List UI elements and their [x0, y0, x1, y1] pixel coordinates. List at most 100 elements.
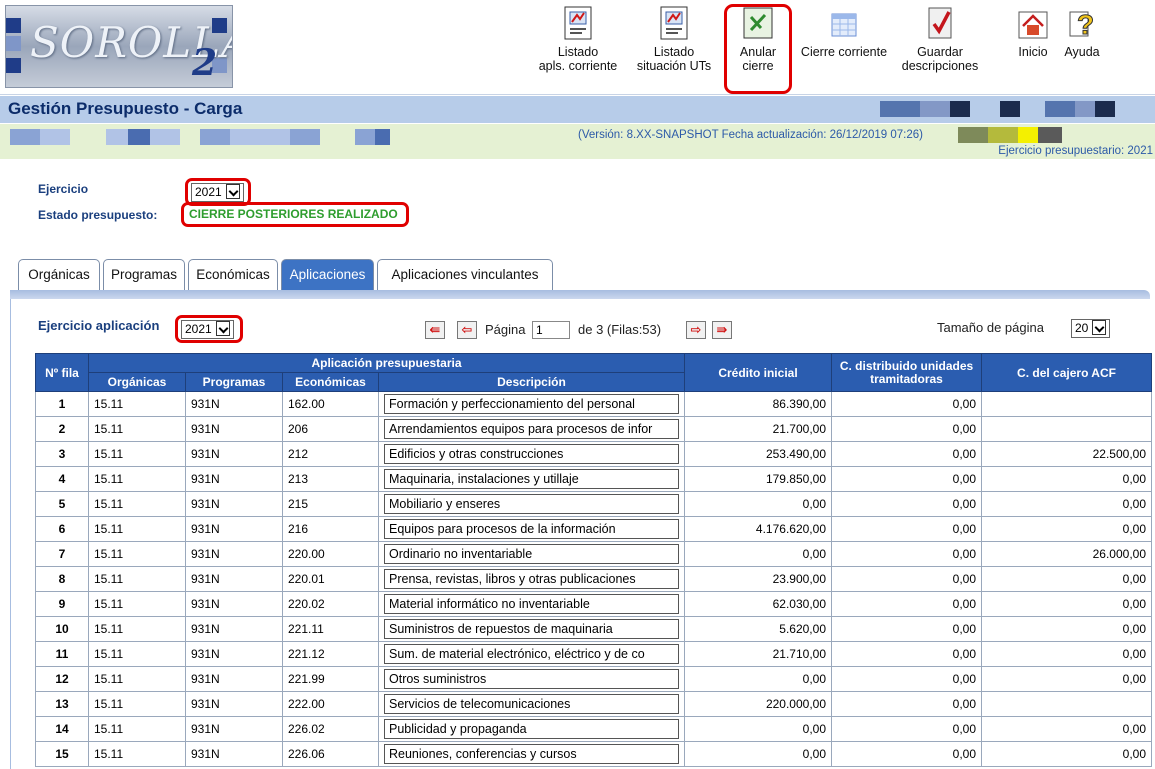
descripcion-input[interactable]: Material informático no inventariable	[384, 594, 679, 614]
page-number-input[interactable]: 1	[532, 321, 570, 339]
descripcion-input[interactable]: Servicios de telecomunicaciones	[384, 694, 679, 714]
page-title: Gestión Presupuesto - Carga	[8, 99, 243, 118]
economica-cell: 220.00	[282, 541, 379, 567]
programa-cell: 931N	[185, 466, 283, 492]
header-organicas: Orgánicas	[88, 372, 186, 392]
programa-cell: 931N	[185, 741, 283, 767]
credito-inicial-cell: 21.700,00	[684, 416, 832, 442]
descripcion-cell: Publicidad y propaganda	[378, 716, 685, 742]
header-programas: Programas	[185, 372, 283, 392]
listado-situacion-uts-label2: situación UTs	[636, 59, 712, 73]
pagina-label: Página	[485, 322, 526, 337]
descripcion-input[interactable]: Otros suministros	[384, 669, 679, 689]
listado-situacion-uts-button[interactable]: Listado situación UTs	[630, 6, 718, 73]
descripcion-cell: Prensa, revistas, libros y otras publica…	[378, 566, 685, 592]
descripcion-input[interactable]: Maquinaria, instalaciones y utillaje	[384, 469, 679, 489]
programa-cell: 931N	[185, 541, 283, 567]
credito-inicial-cell: 0,00	[684, 666, 832, 692]
row-number: 10	[35, 616, 89, 642]
ayuda-button[interactable]: ? Ayuda	[1059, 6, 1105, 60]
distribuido-cell: 0,00	[831, 641, 982, 667]
organica-cell: 15.11	[88, 441, 186, 467]
ejercicio-presupuestario: Ejercicio presupuestario: 2021	[998, 145, 1153, 157]
descripcion-cell: Arrendamientos equipos para procesos de …	[378, 416, 685, 442]
programa-cell: 931N	[185, 716, 283, 742]
economica-cell: 215	[282, 491, 379, 517]
credito-inicial-cell: 62.030,00	[684, 591, 832, 617]
first-page-button[interactable]: ⇚	[425, 321, 445, 339]
header-descripcion: Descripción	[378, 372, 685, 392]
descripcion-input[interactable]: Arrendamientos equipos para procesos de …	[384, 419, 679, 439]
descripcion-input[interactable]: Mobiliario y enseres	[384, 494, 679, 514]
tab-aplicaciones[interactable]: Aplicaciones	[281, 259, 374, 291]
cajero-cell: 0,00	[981, 641, 1152, 667]
programa-cell: 931N	[185, 591, 283, 617]
tab-organicas[interactable]: Orgánicas	[18, 259, 100, 291]
header-cajero: C. del cajero ACF	[981, 353, 1152, 392]
header-economicas: Económicas	[282, 372, 379, 392]
guardar-descripciones-button[interactable]: Guardar descripciones	[897, 6, 983, 73]
ejercicio-label: Ejercicio	[38, 182, 89, 196]
descripcion-input[interactable]: Equipos para procesos de la información	[384, 519, 679, 539]
tab-aplicaciones-vinculantes[interactable]: Aplicaciones vinculantes	[377, 259, 553, 291]
next-page-button[interactable]: ⇨	[686, 321, 706, 339]
economica-cell: 221.99	[282, 666, 379, 692]
credito-inicial-cell: 4.176.620,00	[684, 516, 832, 542]
descripcion-input[interactable]: Prensa, revistas, libros y otras publica…	[384, 569, 679, 589]
organica-cell: 15.11	[88, 666, 186, 692]
cajero-cell	[981, 691, 1152, 717]
table-row: 9 15.11 931N 220.02 Material informático no …	[35, 591, 1152, 617]
descripcion-input[interactable]: Reuniones, conferencias y cursos	[384, 744, 679, 764]
listado-apls-corriente-button[interactable]: Listado apls. corriente	[528, 6, 628, 73]
header-nfila: Nº fila	[35, 353, 89, 392]
page-size-select[interactable]: 20	[1071, 319, 1111, 338]
distribuido-cell: 0,00	[831, 716, 982, 742]
descripcion-input[interactable]: Publicidad y propaganda	[384, 719, 679, 739]
economica-cell: 212	[282, 441, 379, 467]
help-icon: ?	[1069, 9, 1095, 41]
app-header: SOROLLA 2 Listado apls. corriente Listad…	[0, 0, 1155, 95]
descripcion-cell: Sum. de material electrónico, eléctrico …	[378, 641, 685, 667]
cajero-cell: 0,00	[981, 591, 1152, 617]
estado-label: Estado presupuesto:	[38, 208, 158, 222]
organica-cell: 15.11	[88, 516, 186, 542]
programa-cell: 931N	[185, 391, 283, 417]
descripcion-cell: Maquinaria, instalaciones y utillaje	[378, 466, 685, 492]
inicio-button[interactable]: Inicio	[1012, 6, 1054, 59]
tab-economicas[interactable]: Económicas	[188, 259, 278, 291]
distribuido-cell: 0,00	[831, 441, 982, 467]
table-row: 8 15.11 931N 220.01 Prensa, revistas, libros…	[35, 566, 1152, 592]
title-bar: Gestión Presupuesto - Carga	[0, 96, 1155, 123]
cajero-cell: 0,00	[981, 716, 1152, 742]
cajero-cell: 0,00	[981, 566, 1152, 592]
credito-inicial-cell: 0,00	[684, 541, 832, 567]
distribuido-cell: 0,00	[831, 391, 982, 417]
descripcion-input[interactable]: Formación y perfeccionamiento del person…	[384, 394, 679, 414]
programa-cell: 931N	[185, 666, 283, 692]
prev-page-button[interactable]: ⇦	[457, 321, 477, 339]
tab-programas[interactable]: Programas	[103, 259, 185, 291]
listado-apls-corriente-label2: apls. corriente	[538, 59, 618, 73]
header-credito-inicial: Crédito inicial	[684, 353, 832, 392]
credito-inicial-cell: 0,00	[684, 716, 832, 742]
listado-apls-corriente-label1: Listado	[557, 45, 599, 59]
descripcion-input[interactable]: Sum. de material electrónico, eléctrico …	[384, 644, 679, 664]
descripcion-input[interactable]: Ordinario no inventariable	[384, 544, 679, 564]
descripcion-input[interactable]: Suministros de repuestos de maquinaria	[384, 619, 679, 639]
row-number: 14	[35, 716, 89, 742]
cajero-cell: 0,00	[981, 741, 1152, 767]
row-number: 15	[35, 741, 89, 767]
programa-cell: 931N	[185, 641, 283, 667]
cierre-corriente-button[interactable]: Cierre corriente	[791, 6, 897, 59]
row-number: 4	[35, 466, 89, 492]
listado-situacion-uts-label1: Listado	[653, 45, 695, 59]
distribuido-cell: 0,00	[831, 516, 982, 542]
row-number: 6	[35, 516, 89, 542]
economica-cell: 222.00	[282, 691, 379, 717]
tab-underline	[10, 290, 1150, 299]
last-page-button[interactable]: ⇛	[712, 321, 732, 339]
save-check-icon	[928, 7, 952, 39]
distribuido-cell: 0,00	[831, 616, 982, 642]
cajero-cell	[981, 416, 1152, 442]
descripcion-input[interactable]: Edificios y otras construcciones	[384, 444, 679, 464]
